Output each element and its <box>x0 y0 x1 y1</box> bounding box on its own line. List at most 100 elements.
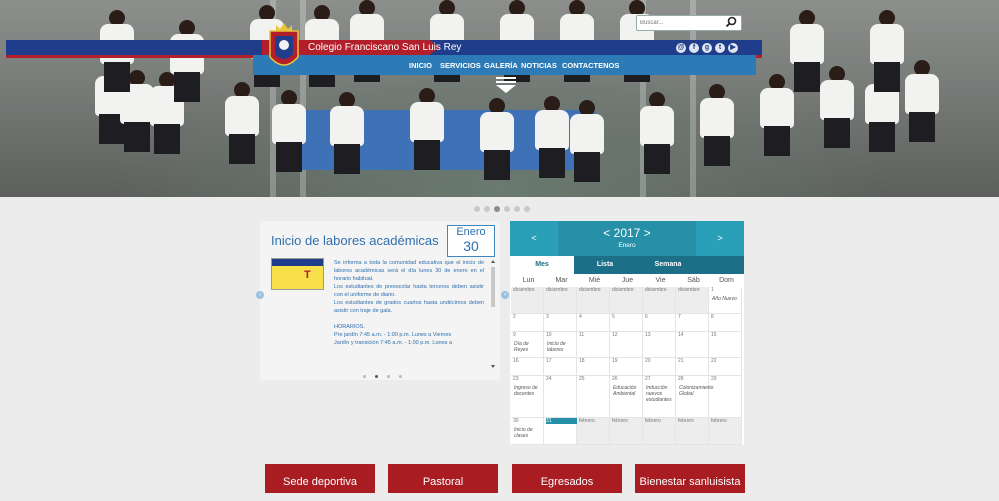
calendar-event[interactable]: Año Nuevo <box>712 296 740 302</box>
calendar-day-cell[interactable]: 15 <box>709 332 742 358</box>
news-title[interactable]: Inicio de labores académicas <box>271 233 439 248</box>
calendar-day-cell[interactable]: febrero <box>610 418 643 445</box>
calendar-day-cell[interactable]: 23 Ingreso de docentes <box>511 376 544 418</box>
nav-item-noticias[interactable]: NOTICIAS <box>521 61 557 70</box>
sede-deportiva-button[interactable]: Sede deportiva <box>265 464 375 493</box>
egresados-button[interactable]: Egresados <box>512 464 622 493</box>
calendar-day-cell[interactable]: diciembre <box>544 287 577 314</box>
calendar-day-cell[interactable]: diciembre <box>511 287 544 314</box>
calendar-event[interactable]: Inicio de labores <box>547 341 575 353</box>
calendar-day-cell[interactable]: 7 <box>676 314 709 332</box>
calendar-day-cell[interactable]: 27 Inducción nuevos estudiantes <box>643 376 676 418</box>
calendar-day-cell[interactable]: febrero <box>676 418 709 445</box>
calendar-day-cell[interactable]: 22 <box>709 358 742 376</box>
calendar-event[interactable]: Inicio de clases <box>514 427 542 439</box>
calendar-event[interactable]: Día de Reyes <box>514 341 542 353</box>
calendar-day-cell[interactable]: 2 <box>511 314 544 332</box>
school-crest-logo[interactable] <box>266 17 302 73</box>
day-header: Mié <box>588 277 601 284</box>
nav-item-galeria[interactable]: GALERÍA <box>484 61 518 70</box>
slider-dot[interactable] <box>524 206 530 212</box>
news-thumbnail[interactable]: T <box>271 258 324 290</box>
google-plus-icon[interactable]: g <box>702 43 712 53</box>
calendar-day-cell[interactable]: 31 <box>544 418 577 445</box>
calendar-day-cell[interactable]: 28 Colonizamiento Global <box>676 376 713 418</box>
calendar-day-number: 25 <box>579 376 585 382</box>
calendar-year[interactable]: < 2017 > <box>558 226 696 240</box>
search-icon[interactable] <box>725 16 737 28</box>
calendar-day-cell[interactable]: 18 <box>577 358 610 376</box>
calendar-event[interactable]: Colonizamiento Global <box>679 385 713 397</box>
youtube-icon[interactable]: ▶ <box>728 43 738 53</box>
calendar-day-cell[interactable]: 17 <box>544 358 577 376</box>
calendar-day-cell[interactable]: 14 <box>676 332 709 358</box>
calendar-day-cell[interactable]: diciembre <box>643 287 676 314</box>
calendar-day-cell[interactable]: 10 Inicio de labores <box>544 332 577 358</box>
slider-dot[interactable] <box>504 206 510 212</box>
calendar-day-cell[interactable]: 29 <box>709 376 742 418</box>
email-icon[interactable]: @ <box>676 43 686 53</box>
news-scrollbar[interactable] <box>490 259 496 371</box>
nav-item-servicios[interactable]: SERVICIOS <box>440 61 481 70</box>
calendar-day-cell[interactable]: 25 <box>577 376 610 418</box>
news-next-arrow[interactable]: › <box>501 291 509 299</box>
calendar-day-number: 14 <box>678 332 684 338</box>
twitter-icon[interactable]: t <box>715 43 725 53</box>
slider-dot[interactable] <box>514 206 520 212</box>
calendar-day-cell[interactable]: 19 <box>610 358 643 376</box>
calendar-day-cell[interactable]: diciembre <box>676 287 709 314</box>
tab-mes[interactable]: Mes <box>510 256 574 274</box>
student-figure <box>905 60 939 150</box>
calendar-day-cell[interactable]: 11 <box>577 332 610 358</box>
calendar-day-cell[interactable]: 6 <box>643 314 676 332</box>
calendar-day-cell[interactable]: 12 <box>610 332 643 358</box>
calendar-day-cell[interactable]: 5 <box>610 314 643 332</box>
calendar-day-cell[interactable]: 4 <box>577 314 610 332</box>
calendar-day-cell[interactable]: febrero <box>577 418 610 445</box>
news-date-day: 30 <box>463 238 479 254</box>
calendar-day-cell[interactable]: 9 Día de Reyes <box>511 332 544 358</box>
facebook-icon[interactable]: f <box>689 43 699 53</box>
calendar-day-cell[interactable]: febrero <box>709 418 742 445</box>
slider-dot[interactable] <box>474 206 480 212</box>
brand-name[interactable]: Colegio Franciscano San Luis Rey <box>308 42 461 53</box>
calendar-day-cell[interactable]: 16 <box>511 358 544 376</box>
pastoral-button[interactable]: Pastoral <box>388 464 498 493</box>
calendar-day-cell[interactable]: 3 <box>544 314 577 332</box>
calendar-day-cell[interactable]: febrero <box>643 418 676 445</box>
search-input[interactable] <box>640 17 718 28</box>
slider-dot[interactable] <box>494 206 500 212</box>
menu-toggle-icon[interactable] <box>492 75 520 95</box>
nav-item-inicio[interactable]: INICIO <box>409 61 432 70</box>
calendar-event[interactable]: Inducción nuevos estudiantes <box>646 385 674 403</box>
calendar-day-cell[interactable]: diciembre <box>610 287 643 314</box>
calendar-day-cell[interactable]: 24 <box>544 376 577 418</box>
news-page-dot[interactable] <box>399 375 402 378</box>
news-page-dot[interactable] <box>387 375 390 378</box>
calendar-day-cell[interactable]: 26 Educación Ambiental <box>610 376 643 418</box>
calendar-day-cell[interactable]: 30 Inicio de clases <box>511 418 544 445</box>
calendar-day-number: 7 <box>678 314 681 320</box>
slider-dot[interactable] <box>484 206 490 212</box>
calendar-day-cell[interactable]: diciembre <box>577 287 610 314</box>
calendar-event[interactable]: Ingreso de docentes <box>514 385 542 397</box>
news-page-dot[interactable] <box>375 375 378 378</box>
nav-item-contactenos[interactable]: CONTACTENOS <box>562 61 619 70</box>
tab-semana[interactable]: Semana <box>636 256 700 274</box>
calendar-day-cell[interactable]: 21 <box>676 358 709 376</box>
calendar-day-number: diciembre <box>579 287 601 293</box>
news-page-dot[interactable] <box>363 375 366 378</box>
calendar-day-number: 16 <box>513 358 519 364</box>
bienestar-sanluisista-button[interactable]: Bienestar sanluisista <box>635 464 745 493</box>
calendar-next-button[interactable]: > <box>696 221 744 256</box>
calendar-day-cell[interactable]: 20 <box>643 358 676 376</box>
calendar-day-cell[interactable]: 8 <box>709 314 742 332</box>
news-prev-arrow[interactable]: ‹ <box>256 291 264 299</box>
day-header: Dom <box>719 277 734 284</box>
calendar-day-cell[interactable]: 13 <box>643 332 676 358</box>
calendar-prev-button[interactable]: < <box>510 221 558 256</box>
calendar-day-cell[interactable]: 1 Año Nuevo <box>709 287 742 314</box>
tab-lista[interactable]: Lista <box>574 256 636 274</box>
student-figure <box>640 92 674 182</box>
calendar-event[interactable]: Educación Ambiental <box>613 385 641 397</box>
